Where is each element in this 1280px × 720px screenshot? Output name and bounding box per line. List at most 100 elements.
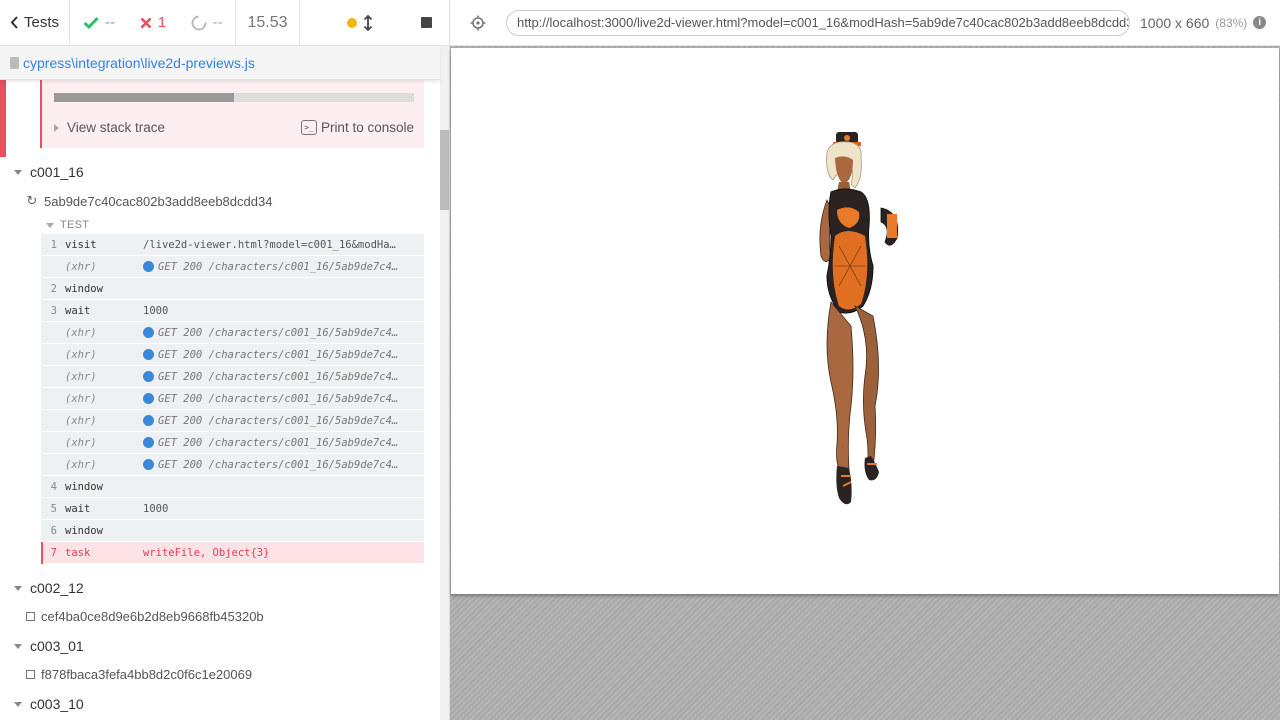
command-log-scroll[interactable]: View stack trace >_ Print to console c00… — [0, 80, 440, 720]
test-row[interactable]: cef4ba0ce8d9e6b2d8eb9668fb45320b — [26, 609, 264, 624]
command-row[interactable]: 1 visit/live2d-viewer.html?model=c001_16&… — [41, 234, 424, 256]
command-number: 3 — [50, 304, 57, 317]
command-message-text: GET 200 /characters/c001_16/5ab9de7c4… — [158, 414, 399, 427]
command-row-xhr[interactable]: (xhr) GET 200 /characters/c001_16/5ab9de7… — [41, 344, 424, 366]
command-row[interactable]: 6 window — [41, 520, 424, 542]
xhr-status-dot-icon — [143, 459, 154, 470]
command-row[interactable]: 5 wait 1000 — [41, 498, 424, 520]
suite-header[interactable]: c002_12 — [14, 580, 84, 596]
command-row[interactable]: 3 wait 1000 — [41, 300, 424, 322]
pending-circle-icon — [191, 15, 206, 30]
command-message: GET 200 /characters/c001_16/5ab9de7c4… — [143, 415, 424, 427]
duration-display: 15.53 — [236, 0, 300, 45]
suite-header[interactable]: c003_01 — [14, 638, 84, 654]
command-message-text: GET 200 /characters/c001_16/5ab9de7c4… — [158, 348, 399, 361]
xhr-status-dot-icon — [143, 371, 154, 382]
selector-playground-button[interactable] — [450, 15, 506, 31]
command-number: 4 — [50, 480, 57, 493]
test-title: cef4ba0ce8d9e6b2d8eb9668fb45320b — [41, 609, 264, 624]
command-name: window — [65, 282, 103, 295]
command-name: wait — [65, 502, 91, 515]
command-message: GET 200 /characters/c001_16/5ab9de7c4… — [143, 261, 424, 273]
spec-file-link[interactable]: cypress\integration\live2d-previews.js — [23, 55, 255, 71]
command-message-text: GET 200 /characters/c001_16/5ab9de7c4… — [158, 370, 399, 383]
tests-label: Tests — [24, 14, 60, 31]
failure-indicator-strip — [0, 80, 6, 157]
command-name: (xhr) — [65, 458, 97, 471]
command-row-xhr[interactable]: (xhr) GET 200 /characters/c001_16/5ab9de7… — [41, 410, 424, 432]
reporter-scrollbar-thumb[interactable] — [440, 130, 449, 210]
pending-square-icon — [26, 612, 35, 621]
command-name: (xhr) — [65, 392, 97, 405]
suite-header[interactable]: c003_10 — [14, 696, 84, 712]
live2d-character-image — [819, 132, 899, 505]
crosshair-icon — [470, 15, 486, 30]
test-section-label[interactable]: TEST — [46, 219, 89, 231]
aut-iframe[interactable] — [451, 48, 1279, 594]
view-stack-trace-toggle[interactable]: View stack trace — [54, 120, 165, 135]
command-row-xhr[interactable]: (xhr) GET 200 /characters/c001_16/5ab9de7… — [41, 366, 424, 388]
pending-square-icon — [26, 670, 35, 679]
command-name: wait — [65, 304, 91, 317]
command-message: GET 200 /characters/c001_16/5ab9de7c4… — [143, 327, 424, 339]
refresh-icon: ↻ — [26, 193, 38, 208]
info-icon[interactable]: i — [1253, 16, 1267, 29]
aut-stage-background — [450, 46, 1280, 720]
command-message-text: GET 200 /characters/c001_16/5ab9de7c4… — [158, 392, 399, 405]
command-row[interactable]: 4 window — [41, 476, 424, 498]
duration-value: 15.53 — [247, 13, 288, 31]
test-row[interactable]: f878fbaca3fefa4bb8d2c0f6c1e20069 — [26, 667, 252, 682]
command-message-text: GET 200 /characters/c001_16/5ab9de7c4… — [158, 326, 399, 339]
command-message: GET 200 /characters/c001_16/5ab9de7c4… — [143, 437, 424, 449]
viewport-scale: (83%) — [1215, 15, 1248, 30]
command-number: 5 — [50, 502, 57, 515]
command-row[interactable]: 7 task writeFile, Object{3} — [41, 542, 424, 564]
print-to-console-label: Print to console — [320, 120, 414, 135]
command-name: (xhr) — [65, 436, 97, 449]
terminal-icon: >_ — [300, 120, 317, 135]
failed-stat[interactable]: 1 — [128, 0, 178, 45]
command-number: 2 — [50, 282, 57, 295]
running-indicator-icon — [347, 17, 357, 28]
print-to-console-button[interactable]: >_ Print to console — [300, 120, 414, 135]
failed-count: 1 — [157, 14, 167, 31]
test-title: f878fbaca3fefa4bb8d2c0f6c1e20069 — [41, 667, 253, 682]
command-number: 7 — [50, 546, 57, 559]
aut-panel: http://localhost:3000/live2d-viewer.html… — [450, 0, 1280, 720]
passed-count: -- — [105, 14, 115, 31]
chevron-left-icon — [10, 16, 18, 29]
aut-url-field[interactable]: http://localhost:3000/live2d-viewer.html… — [506, 9, 1130, 36]
command-list: 1 visit/live2d-viewer.html?model=c001_16&… — [41, 234, 424, 564]
pending-stat[interactable]: -- — [178, 0, 236, 45]
command-message: GET 200 /characters/c001_16/5ab9de7c4… — [143, 459, 424, 471]
tests-back-button[interactable]: Tests — [0, 0, 70, 45]
auto-scroll-icon[interactable] — [363, 14, 373, 31]
xhr-status-dot-icon — [143, 327, 154, 338]
file-icon — [10, 56, 19, 69]
command-name: (xhr) — [65, 260, 97, 273]
command-name: (xhr) — [65, 348, 97, 361]
caret-down-icon — [14, 643, 22, 649]
command-name: (xhr) — [65, 414, 97, 427]
command-row-xhr[interactable]: (xhr) GET 200 /characters/c001_16/5ab9de7… — [41, 322, 424, 344]
command-row[interactable]: 2 window — [41, 278, 424, 300]
test-title: 5ab9de7c40cac802b3add8eeb8dcdd34 — [44, 193, 273, 209]
command-name: task — [65, 546, 91, 559]
triangle-right-icon — [54, 123, 59, 132]
command-message-text: GET 200 /characters/c001_16/5ab9de7c4… — [158, 458, 399, 471]
test-row[interactable]: ↻ 5ab9de7c40cac802b3add8eeb8dcdd34 — [26, 193, 273, 209]
stop-icon[interactable] — [421, 17, 432, 28]
command-row-xhr[interactable]: (xhr) GET 200 /characters/c001_16/5ab9de7… — [41, 432, 424, 454]
command-name: (xhr) — [65, 326, 97, 339]
reporter-header: Tests -- 1 -- 15.53 — [0, 0, 449, 46]
command-message: GET 200 /characters/c001_16/5ab9de7c4… — [143, 393, 424, 405]
command-row-xhr[interactable]: (xhr) GET 200 /characters/c001_16/5ab9de7… — [41, 388, 424, 410]
passed-stat[interactable]: -- — [70, 0, 128, 45]
reporter-panel: Tests -- 1 -- 15.53 cypress\integration\… — [0, 0, 450, 720]
pending-count: -- — [212, 14, 223, 31]
suite-header[interactable]: c001_16 — [14, 164, 84, 180]
xhr-status-dot-icon — [143, 415, 154, 426]
command-name: window — [65, 524, 103, 537]
command-row-xhr[interactable]: (xhr) GET 200 /characters/c001_16/5ab9de7… — [41, 256, 424, 278]
command-row-xhr[interactable]: (xhr) GET 200 /characters/c001_16/5ab9de7… — [41, 454, 424, 476]
